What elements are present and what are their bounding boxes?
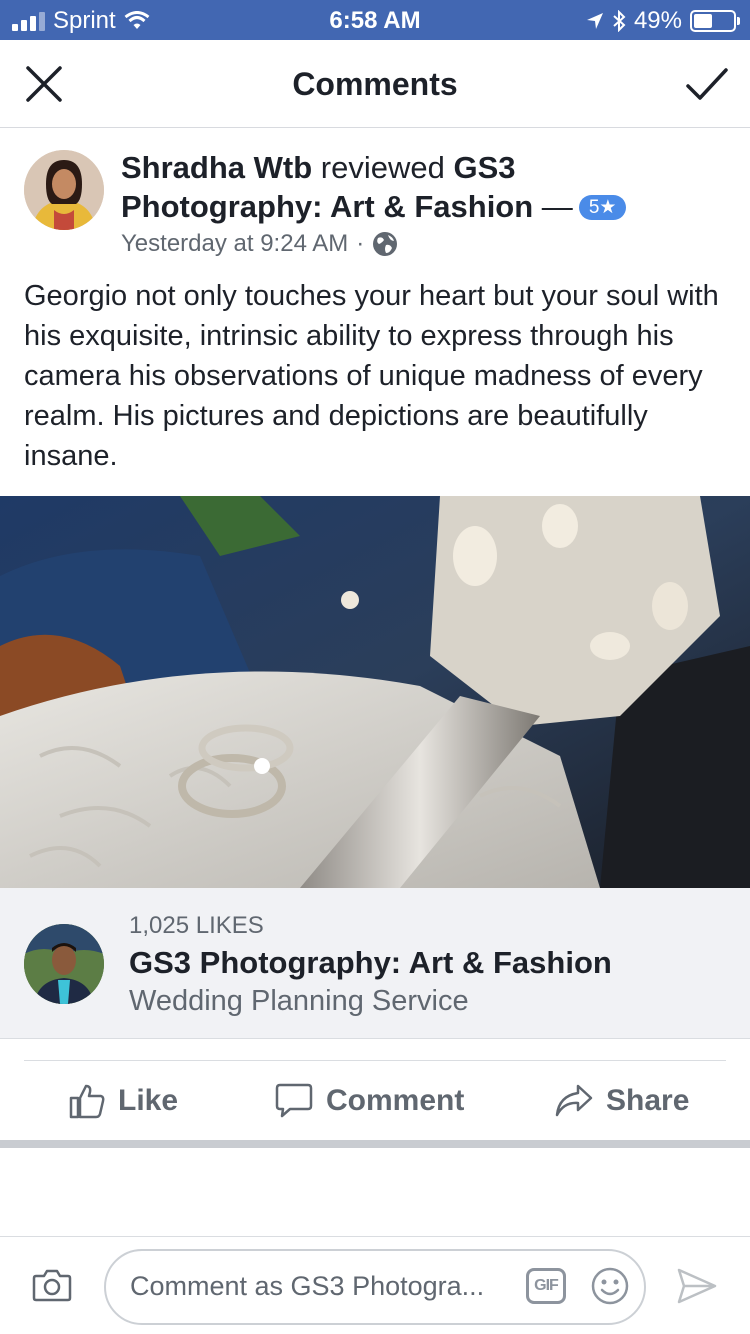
location-icon (586, 13, 603, 29)
section-separator (0, 1140, 750, 1148)
like-label: Like (118, 1084, 179, 1117)
meta-separator: · (356, 230, 365, 257)
thumbs-up-icon (69, 1084, 105, 1119)
post-title: Shradha Wtb reviewed GS3 Photography: Ar… (121, 148, 681, 226)
page-likes-count: 1,025 LIKES (129, 912, 264, 939)
page-category: Wedding Planning Service (129, 985, 469, 1017)
camera-icon[interactable] (32, 1267, 72, 1303)
author-avatar[interactable] (24, 150, 104, 230)
battery-icon (690, 10, 740, 32)
post-verb: reviewed (312, 150, 454, 185)
status-bar: Sprint 6:58 AM 49% (0, 0, 750, 40)
like-button[interactable]: Like (68, 1082, 178, 1120)
divider (24, 1060, 726, 1061)
nav-bar: Comments (0, 40, 750, 128)
page-title: Comments (292, 66, 458, 102)
share-label: Share (606, 1084, 690, 1117)
emoji-icon[interactable] (590, 1266, 630, 1306)
globe-icon (373, 232, 398, 256)
page-card[interactable]: 1,025 LIKES GS3 Photography: Art & Fashi… (0, 888, 750, 1039)
post-photo[interactable] (0, 496, 750, 888)
post-meta: Yesterday at 9:24 AM · (121, 230, 398, 258)
action-bar: Like Comment Share (0, 1062, 750, 1140)
share-button[interactable]: Share (554, 1082, 689, 1120)
gif-icon[interactable]: GIF (526, 1268, 566, 1304)
share-icon (555, 1084, 593, 1117)
comment-composer: Comment as GS3 Photogra... (0, 1236, 750, 1334)
page-name[interactable]: GS3 Photography: Art & Fashion (129, 945, 612, 981)
comment-button[interactable]: Comment (274, 1082, 464, 1120)
rating-badge: 5★ (578, 195, 627, 220)
battery-percent: 49% (633, 7, 682, 34)
bluetooth-icon (613, 10, 626, 32)
comment-label: Comment (326, 1084, 465, 1117)
post-header: Shradha Wtb reviewed GS3 Photography: Ar… (0, 128, 750, 268)
post-dash: — (533, 189, 573, 224)
post-timestamp[interactable]: Yesterday at 9:24 AM (121, 230, 348, 258)
post-body: Georgio not only touches your heart but … (24, 280, 719, 472)
page-avatar[interactable] (24, 924, 104, 1004)
checkmark-icon[interactable] (684, 62, 730, 106)
status-right: 49% (586, 7, 740, 35)
author-name[interactable]: Shradha Wtb (121, 150, 312, 185)
send-icon[interactable] (676, 1266, 718, 1306)
comment-icon (275, 1083, 313, 1118)
